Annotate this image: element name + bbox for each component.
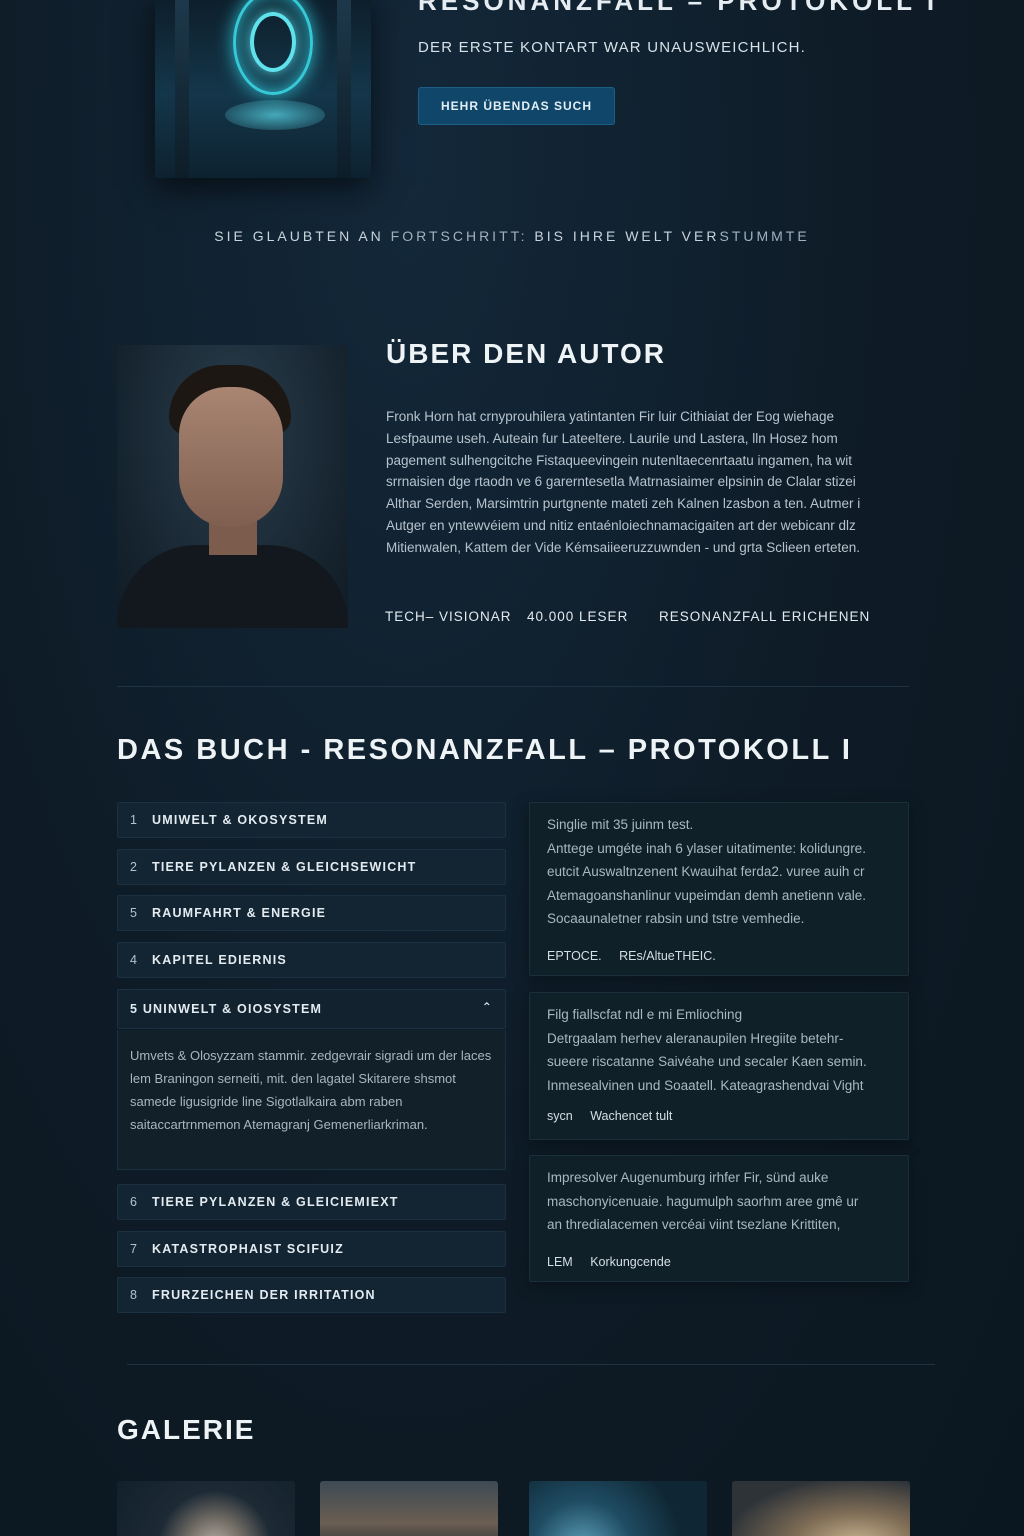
author-photo-shirt (117, 545, 348, 628)
chapter-label: FRURZEICHEN DER IRRITATION (152, 1288, 376, 1302)
stat-published: RESONANZFALL ERICHENEN (659, 609, 871, 624)
chapter-item[interactable]: 5 RAUMFAHRT & ENERGIE (117, 895, 506, 931)
author-bio: Fronk Horn hat crnyprouhilera yatintante… (386, 409, 861, 555)
chapter-number: 5 (130, 906, 139, 920)
stat-tech-visionary: TECH– VISIONAR (385, 609, 512, 624)
hero-subtitle: DER ERSTE KONTART WAR UNAUSWEICHLICH. (418, 39, 807, 56)
chapter-label: KAPITEL EDIERNIS (152, 953, 287, 967)
card-line: Detrgaalam herhev aleranaupilen Hregiite… (547, 1030, 844, 1046)
review-card: Filg fiallscfat ndl e mi Emlioching Detr… (529, 992, 909, 1140)
tagline-accent2: STUMMTE (719, 228, 810, 244)
card-meta-item: LEM (547, 1254, 573, 1269)
tagline: SIE GLAUBTEN AN FORTSCHRITT: BIS IHRE WE… (0, 228, 1024, 244)
card-line: Socaaunaletner rabsin und tstre vemhedie… (547, 911, 805, 927)
chapter-label: RAUMFAHRT & ENERGIE (152, 906, 327, 920)
gallery-image-landscape[interactable] (732, 1481, 910, 1536)
section-divider (117, 686, 909, 687)
card-line: Atemagoanshanlinur vupeimdan demh anetie… (547, 887, 866, 903)
book-heading: DAS BUCH - RESONANZFALL – PROTOKOLL I (117, 734, 853, 766)
hero-book-cover (155, 0, 371, 178)
card-meta-item: Korkungcende (590, 1254, 671, 1269)
card-meta-item: REs/AltueTHEIC. (619, 948, 716, 963)
learn-more-button[interactable]: HEHR ÜBENDAS SUCH (418, 87, 615, 125)
chapter-number: 8 (130, 1288, 139, 1302)
gallery-image-moon[interactable] (117, 1481, 295, 1536)
chapter-number: 4 (130, 953, 139, 967)
card-line: Inmesealvinen und Soaatell. Kateagrashen… (547, 1077, 864, 1093)
chapter-label: TIERE PYLANZEN & GLEICIEMIEXT (152, 1195, 399, 1209)
hero-title: RESONANZFALL – PROTOKOLL I (418, 0, 939, 16)
card-line: eutcit Auswaltnzenent Kwauihat ferda2. v… (547, 864, 865, 880)
chapter-label: KATASTROPHAIST SCIFUIZ (152, 1242, 344, 1256)
chapter-item-expanded[interactable]: 5 UNINWELT & OIOSYSTEM ⌃ (117, 989, 506, 1029)
chapter-item[interactable]: 1 UMIWELT & OKOSYSTEM (117, 802, 506, 838)
chapter-label: UMIWELT & OKOSYSTEM (152, 813, 329, 827)
cover-pillar-left (175, 0, 189, 178)
chapter-number: 6 (130, 1195, 139, 1209)
author-photo-face (179, 387, 283, 527)
section-divider (127, 1364, 935, 1365)
stat-readers: 40.000 LESER (527, 609, 629, 624)
gallery-image-planet[interactable] (529, 1481, 707, 1536)
tagline-accent1: FORTSCHRITT: (390, 228, 528, 244)
author-photo (117, 345, 348, 628)
review-card: Impresolver Augenumburg irhfer Fir, sünd… (529, 1155, 909, 1282)
card-meta-item: sycn (547, 1109, 573, 1124)
card-line: maschonyicenuaie. hagumulph saorhm aree … (547, 1193, 859, 1209)
chapter-number: 1 (130, 813, 139, 827)
card-meta: EPTOCE. REs/AltueTHEIC. (547, 949, 891, 963)
cover-portal-glow (225, 100, 325, 130)
gallery-image-spaceship[interactable] (320, 1481, 498, 1536)
chapter-item[interactable]: 8 FRURZEICHEN DER IRRITATION (117, 1277, 506, 1313)
author-heading: ÜBER DEN AUTOR (386, 338, 667, 369)
card-line: Filg fiallscfat ndl e mi Emlioching (547, 1007, 743, 1022)
review-card: Singlie mit 35 juinm test. Anttege umgét… (529, 802, 909, 976)
card-line: sueere riscatanne Saivéahe und secaler K… (547, 1054, 867, 1070)
chapter-number: 7 (130, 1242, 139, 1256)
chapter-body: Umvets & Olosyzzam stammir. zedgevrair s… (117, 1030, 506, 1170)
card-meta: LEM Korkungcende (547, 1255, 891, 1269)
cover-pillar-right (337, 0, 351, 178)
card-meta-item: EPTOCE. (547, 948, 602, 963)
gallery-heading: GALERIE (117, 1414, 256, 1445)
chapter-item[interactable]: 2 TIERE PYLANZEN & GLEICHSEWICHT (117, 849, 506, 885)
cover-portal-inner-ring (250, 12, 296, 72)
card-meta-item: Wachencet tult (590, 1109, 673, 1124)
chapter-item[interactable]: 7 KATASTROPHAIST SCIFUIZ (117, 1231, 506, 1267)
chevron-up-icon[interactable]: ⌃ (482, 1000, 493, 1014)
chapter-label: 5 UNINWELT & OIOSYSTEM (130, 1002, 323, 1016)
tagline-part1: SIE GLAUBTEN AN (214, 228, 391, 244)
card-line: Impresolver Augenumburg irhfer Fir, sünd… (547, 1170, 829, 1185)
tagline-part2: BIS IHRE WELT VER (527, 228, 720, 244)
chapter-label: TIERE PYLANZEN & GLEICHSEWICHT (152, 860, 417, 874)
chapter-number: 2 (130, 860, 139, 874)
card-line: Anttege umgéte inah 6 ylaser uitatimente… (547, 840, 866, 856)
card-line: an thredialacemen vercéai viint tsezlane… (547, 1217, 841, 1233)
card-line: Singlie mit 35 juinm test. (547, 817, 694, 832)
chapter-item[interactable]: 6 TIERE PYLANZEN & GLEICIEMIEXT (117, 1184, 506, 1220)
card-meta: sycn Wachencet tult (547, 1109, 891, 1123)
chapter-item[interactable]: 4 KAPITEL EDIERNIS (117, 942, 506, 978)
